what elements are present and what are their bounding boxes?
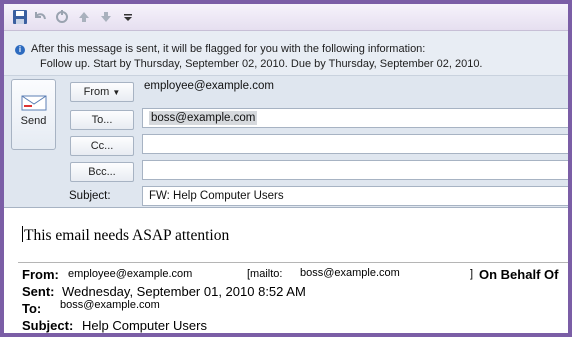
to-field[interactable]: boss@example.com — [142, 108, 568, 128]
fwd-from-label: From: — [22, 267, 59, 282]
bcc-field[interactable] — [142, 160, 568, 180]
fwd-from-value: employee@example.com — [68, 268, 193, 280]
bcc-button[interactable]: Bcc... — [70, 162, 134, 182]
body-first-line: This email needs ASAP attention — [22, 226, 229, 245]
flag-infobar: i After this message is sent, it will be… — [4, 31, 568, 76]
undo-icon[interactable] — [32, 9, 48, 25]
send-button[interactable]: Send — [11, 79, 56, 150]
chevron-down-icon: ▼ — [112, 88, 121, 97]
customize-dropdown-icon[interactable] — [120, 9, 136, 25]
cc-button[interactable]: Cc... — [70, 136, 134, 156]
fwd-mailto-value[interactable]: boss@example.com — [300, 267, 400, 279]
fwd-to-value: boss@example.com — [60, 299, 160, 311]
text-cursor — [22, 226, 23, 242]
compose-window: i After this message is sent, it will be… — [4, 4, 568, 333]
info-icon: i — [15, 45, 25, 55]
up-arrow-icon[interactable] — [76, 9, 92, 25]
fwd-subject-value: Help Computer Users — [82, 318, 207, 333]
infobar-followup: Follow up. Start by Thursday, September … — [40, 58, 483, 70]
fwd-sent-value: Wednesday, September 01, 2010 8:52 AM — [62, 284, 306, 299]
from-address: employee@example.com — [144, 80, 274, 92]
infobar-message: After this message is sent, it will be f… — [31, 43, 426, 55]
window-frame: i After this message is sent, it will be… — [0, 0, 572, 337]
fwd-subject-label: Subject: — [22, 318, 74, 333]
quick-access-toolbar — [4, 4, 568, 31]
subject-label: Subject: — [69, 190, 111, 202]
redo-icon[interactable] — [54, 9, 70, 25]
message-body[interactable]: This email needs ASAP attention From: em… — [4, 207, 568, 333]
fwd-sent-label: Sent: — [22, 284, 55, 299]
to-recipient[interactable]: boss@example.com — [149, 111, 258, 125]
send-envelope-icon — [21, 95, 46, 111]
subject-field[interactable]: FW: Help Computer Users — [142, 186, 568, 206]
fwd-mailto-label: [mailto: — [247, 268, 283, 280]
fwd-on-behalf: On Behalf Of — [479, 267, 559, 282]
fwd-mailto-close: ] — [470, 268, 474, 280]
save-icon[interactable] — [12, 9, 28, 25]
send-label: Send — [20, 115, 47, 127]
to-button[interactable]: To... — [70, 110, 134, 130]
down-arrow-icon[interactable] — [98, 9, 114, 25]
from-button-label: From — [83, 86, 110, 98]
from-button[interactable]: From ▼ — [70, 82, 134, 102]
message-header: Send From ▼ employee@example.com To... b… — [4, 76, 568, 206]
body-text: This email needs ASAP attention — [24, 227, 230, 244]
fwd-to-label: To: — [22, 301, 42, 316]
forward-separator — [18, 262, 568, 263]
cc-field[interactable] — [142, 134, 568, 154]
